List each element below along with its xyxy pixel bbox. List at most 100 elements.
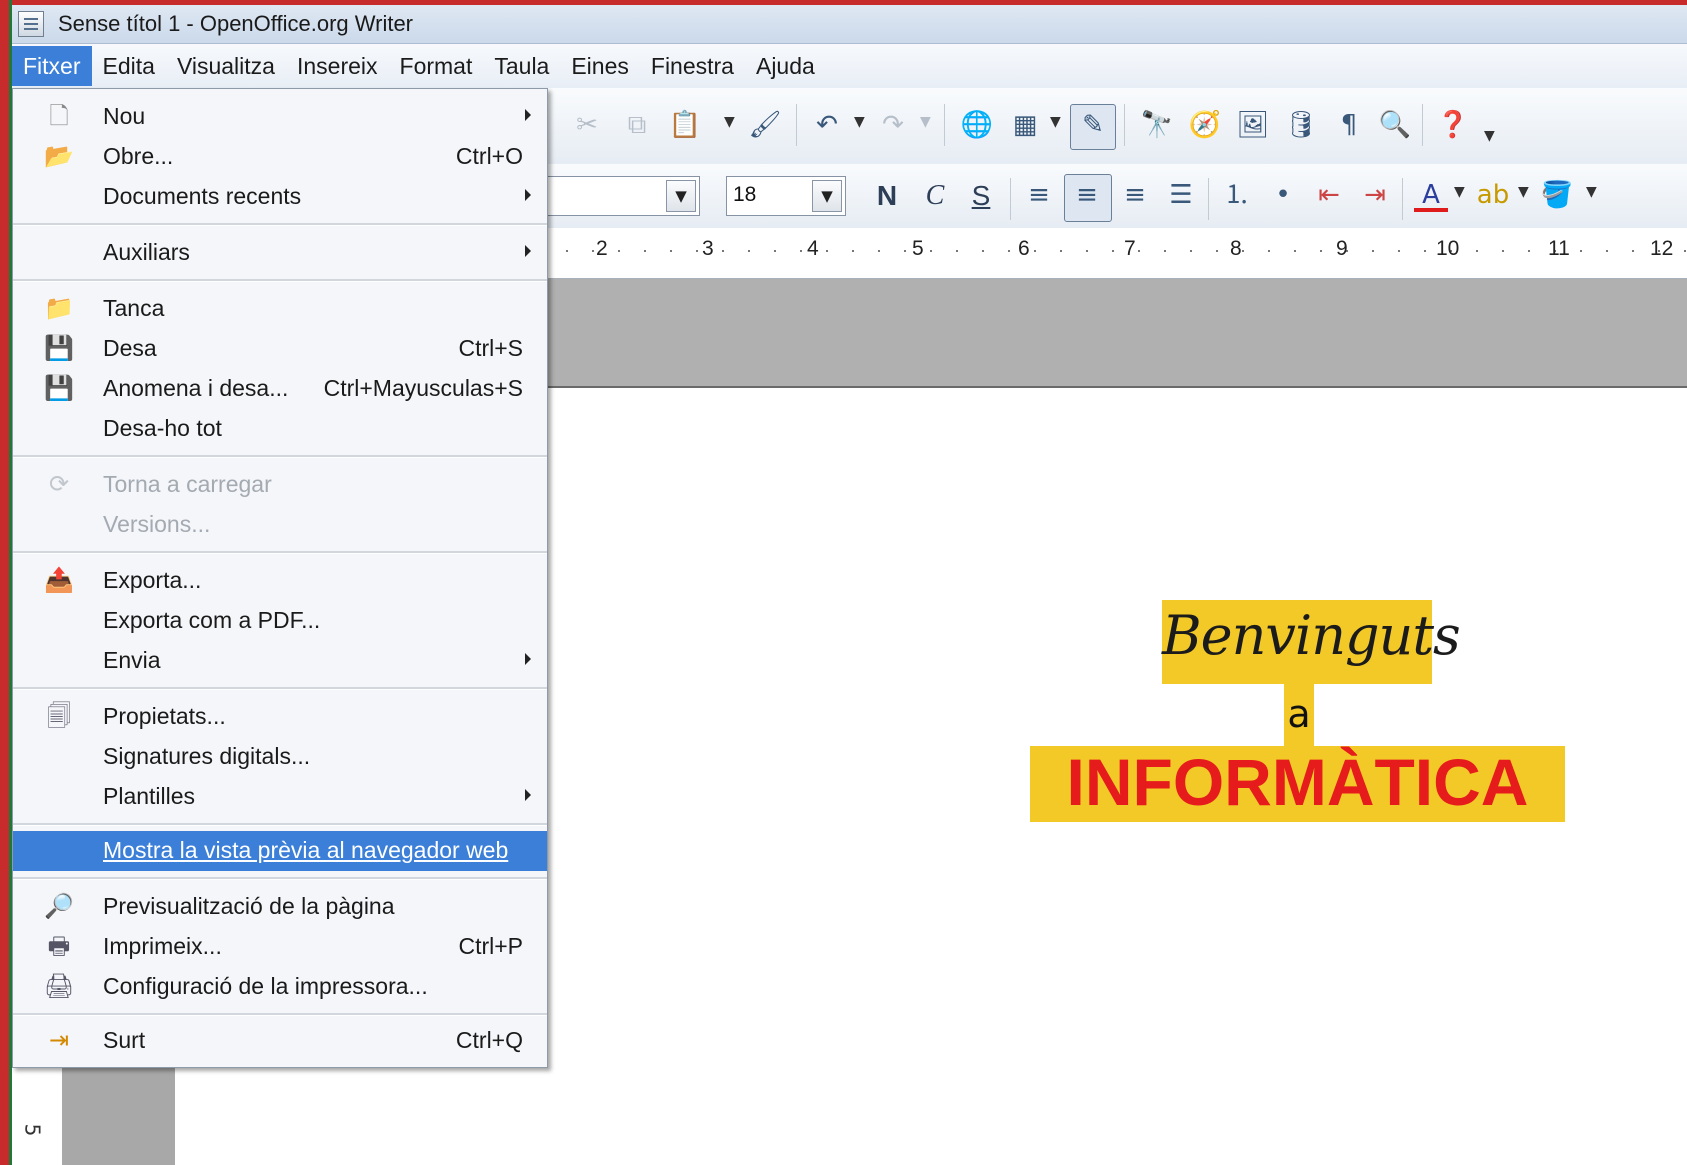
horizontal-ruler[interactable]: 2 3 4 5 6 7 8 9 10 11 12: [540, 228, 1687, 279]
ruler-number: 3: [702, 237, 714, 260]
align-left-icon[interactable]: ≡: [1022, 178, 1056, 212]
align-right-icon[interactable]: ≡: [1118, 178, 1152, 212]
menu-item-envia[interactable]: Envia: [13, 641, 547, 681]
menu-item-surt[interactable]: ⇥ Surt Ctrl+Q: [13, 1021, 547, 1061]
toolbar-separator: [1208, 178, 1209, 220]
numbering-icon[interactable]: ⒈: [1220, 178, 1254, 212]
menu-item-label: Signatures digitals...: [103, 743, 311, 769]
menu-item-label: Propietats...: [103, 703, 226, 729]
undo-icon[interactable]: ↶: [810, 108, 844, 142]
increase-indent-icon[interactable]: ⇥: [1358, 178, 1392, 212]
background-color-dropdown-arrow[interactable]: ▼: [1586, 184, 1597, 200]
menu-item-label: Obre...: [103, 143, 174, 169]
bold-button[interactable]: N: [868, 176, 906, 216]
menu-item-exporta[interactable]: 📤 Exporta...: [13, 561, 547, 601]
open-folder-icon: 📂: [44, 143, 74, 170]
paste-icon[interactable]: 📋: [668, 108, 702, 142]
navigator-icon[interactable]: 🧭: [1188, 108, 1222, 142]
menu-visualitza[interactable]: Visualitza: [166, 46, 286, 86]
menu-item-desa-ho-tot[interactable]: Desa-ho tot: [13, 409, 547, 449]
formatting-marks-icon[interactable]: ¶: [1332, 108, 1366, 142]
menu-item-obre[interactable]: 📂 Obre... Ctrl+O: [13, 137, 547, 177]
underline-button[interactable]: S: [962, 176, 1000, 216]
font-color-icon[interactable]: A: [1414, 178, 1448, 212]
highlighting-dropdown-arrow[interactable]: ▼: [1518, 184, 1529, 200]
find-replace-icon[interactable]: 🔭: [1140, 108, 1174, 142]
ruler-number: 2: [596, 237, 608, 260]
paste-dropdown-arrow[interactable]: ▼: [724, 114, 735, 130]
menu-eines[interactable]: Eines: [560, 46, 640, 86]
font-color-dropdown-arrow[interactable]: ▼: [1454, 184, 1465, 200]
ruler-number: 8: [1230, 237, 1242, 260]
page-preview-icon: 🔎: [44, 893, 74, 920]
table-dropdown-arrow[interactable]: ▼: [1050, 114, 1061, 130]
menu-item-documents-recents[interactable]: Documents recents: [13, 177, 547, 217]
menu-finestra[interactable]: Finestra: [640, 46, 745, 86]
vertical-ruler[interactable]: 5: [12, 1060, 63, 1165]
menu-taula[interactable]: Taula: [483, 46, 560, 86]
justify-icon[interactable]: ☰: [1164, 178, 1198, 212]
window-title: Sense títol 1 - OpenOffice.org Writer: [58, 11, 414, 36]
submenu-arrow-icon: [525, 245, 531, 257]
undo-dropdown-arrow[interactable]: ▼: [854, 114, 865, 130]
font-size-combo[interactable]: 18 ▼: [726, 176, 846, 216]
font-name-combo[interactable]: ▼: [530, 176, 700, 216]
menu-item-vista-previa-navegador[interactable]: Mostra la vista prèvia al navegador web: [13, 831, 547, 871]
menu-item-nou[interactable]: 🗋 Nou: [13, 97, 547, 137]
hyperlink-icon[interactable]: 🌐: [960, 108, 994, 142]
background-color-icon[interactable]: 🪣: [1540, 178, 1574, 212]
window-frame-left: [0, 0, 9, 1165]
align-center-icon[interactable]: ≡: [1070, 178, 1104, 212]
copy-icon[interactable]: ⧉: [620, 108, 654, 142]
data-sources-icon[interactable]: 🛢: [1284, 108, 1318, 142]
table-icon[interactable]: ▦: [1008, 108, 1042, 142]
menu-item-exporta-pdf[interactable]: Exporta com a PDF...: [13, 601, 547, 641]
highlighting-icon[interactable]: ab: [1476, 178, 1510, 212]
menu-item-auxiliars[interactable]: Auxiliars: [13, 233, 547, 273]
menu-format[interactable]: Format: [389, 46, 484, 86]
menu-edita[interactable]: Edita: [92, 46, 166, 86]
redo-icon[interactable]: ↷: [876, 108, 910, 142]
menu-item-shortcut: Ctrl+S: [458, 335, 523, 361]
file-menu-dropdown: 🗋 Nou 📂 Obre... Ctrl+O Documents recents…: [12, 88, 548, 1068]
menu-item-plantilles[interactable]: Plantilles: [13, 777, 547, 817]
menu-item-shortcut: Ctrl+Q: [455, 1027, 523, 1053]
menu-item-desa[interactable]: 💾 Desa Ctrl+S: [13, 329, 547, 369]
document-informatica-text[interactable]: INFORMÀTICA: [1030, 744, 1565, 820]
menu-ajuda[interactable]: Ajuda: [745, 46, 826, 86]
redo-dropdown-arrow[interactable]: ▼: [920, 114, 931, 130]
ruler-number: 12: [1650, 237, 1674, 260]
gallery-icon[interactable]: 🖼: [1236, 108, 1270, 142]
menu-separator: [13, 687, 547, 690]
cut-icon[interactable]: ✂: [570, 108, 604, 142]
bullets-icon[interactable]: •: [1266, 178, 1300, 212]
menu-item-anomena-i-desa[interactable]: 💾 Anomena i desa... Ctrl+Mayusculas+S: [13, 369, 547, 409]
decrease-indent-icon[interactable]: ⇤: [1312, 178, 1346, 212]
font-name-dropdown-arrow[interactable]: ▼: [666, 180, 696, 212]
menu-item-label: Imprimeix...: [103, 933, 222, 959]
toolbar-overflow-arrow[interactable]: ▼: [1484, 128, 1495, 144]
help-icon[interactable]: ❓: [1436, 108, 1470, 142]
menu-item-imprimeix[interactable]: 🖶 Imprimeix... Ctrl+P: [13, 927, 547, 967]
format-paintbrush-icon[interactable]: 🖌: [748, 108, 782, 142]
new-document-icon: 🗋: [49, 103, 69, 130]
menu-separator: [13, 877, 547, 880]
italic-button[interactable]: C: [916, 176, 954, 216]
menu-item-propietats[interactable]: 🗐 Propietats...: [13, 697, 547, 737]
menu-fitxer[interactable]: Fitxer: [12, 46, 92, 86]
menu-item-tanca[interactable]: 📁 Tanca: [13, 289, 547, 329]
menu-item-signatures-digitals[interactable]: Signatures digitals...: [13, 737, 547, 777]
font-size-dropdown-arrow[interactable]: ▼: [812, 180, 842, 212]
menu-item-label: Tanca: [103, 295, 165, 321]
menu-item-previsualitzacio-pagina[interactable]: 🔎 Previsualització de la pàgina: [13, 887, 547, 927]
menu-item-label: Exporta com a PDF...: [103, 607, 321, 633]
menu-insereix[interactable]: Insereix: [286, 46, 389, 86]
toolbar-separator: [944, 104, 945, 146]
draw-functions-icon[interactable]: ✎: [1076, 108, 1110, 142]
menu-item-shortcut: Ctrl+P: [458, 933, 523, 959]
document-welcome-text[interactable]: Benvinguts: [1162, 604, 1461, 667]
document-a-text[interactable]: a: [1280, 692, 1318, 736]
menu-item-configuracio-impressora[interactable]: 🖨 Configuració de la impressora...: [13, 967, 547, 1007]
zoom-icon[interactable]: 🔍: [1378, 108, 1412, 142]
writer-app-icon: [18, 11, 44, 37]
